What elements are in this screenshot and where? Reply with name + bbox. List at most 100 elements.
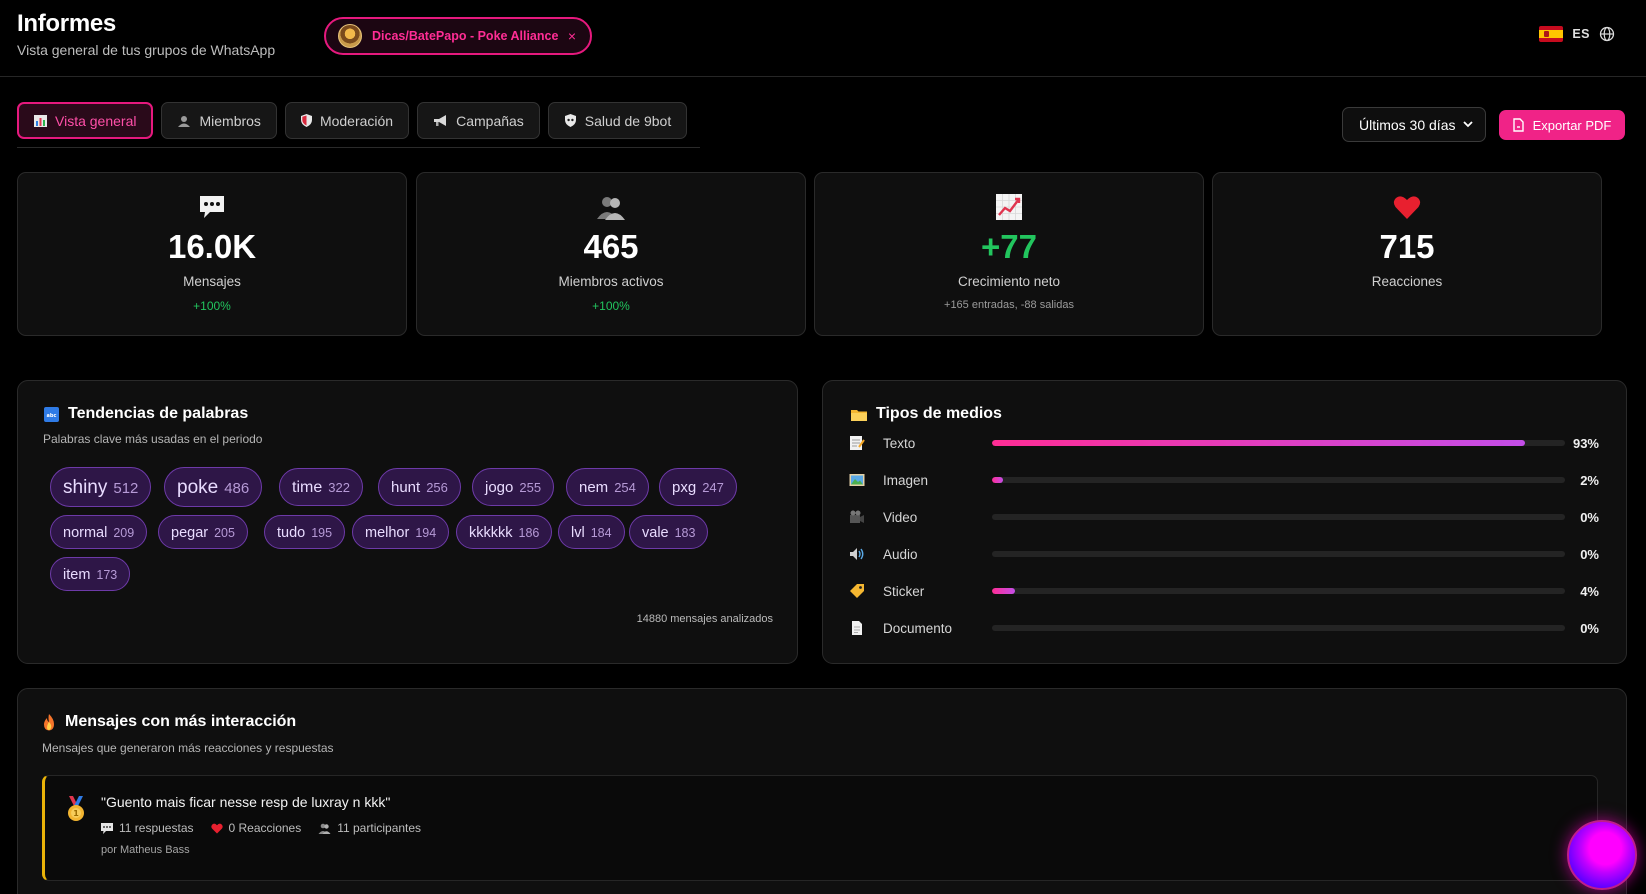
top-messages-panel: Mensajes con más interacción Mensajes qu… — [17, 688, 1627, 894]
bar-chart-icon — [34, 114, 47, 127]
tab-miembros[interactable]: Miembros — [161, 102, 277, 139]
word-chip[interactable]: vale 183 — [629, 515, 709, 549]
media-types-title: Tipos de medios — [876, 405, 1002, 422]
media-percent: 93% — [1572, 435, 1599, 451]
shield-icon — [300, 114, 312, 127]
chevron-down-icon — [1463, 121, 1473, 128]
speech-bubble-icon — [197, 192, 227, 222]
stat-value: 715 — [1379, 228, 1435, 265]
group-filter-name: Dicas/BatePapo - Poke Alliance — [372, 29, 559, 43]
analyzed-count: 14880 mensajes analizados — [636, 613, 773, 625]
word-chip[interactable]: melhor 194 — [352, 515, 450, 549]
stat-card-active-members: 465 Miembros activos +100% — [416, 172, 806, 336]
word-chip[interactable]: tudo 195 — [264, 515, 346, 549]
label-icon — [850, 584, 864, 598]
heart-icon — [1392, 192, 1422, 222]
message-author: por Matheus Bass — [101, 844, 190, 856]
svg-text:1: 1 — [73, 809, 79, 818]
media-row-audio: Audio 0% — [849, 544, 1599, 564]
svg-text:abc: abc — [47, 413, 57, 419]
reactions-count: 0 Reacciones — [210, 821, 301, 835]
people-icon — [318, 823, 331, 834]
video-camera-icon — [850, 510, 864, 523]
stat-change: +100% — [193, 299, 231, 313]
stat-subtext: +165 entradas, -88 salidas — [944, 299, 1074, 311]
top-message-card[interactable]: 1 "Guento mais ficar nesse resp de luxra… — [42, 775, 1598, 881]
media-bar-track — [992, 551, 1565, 557]
media-bar-track — [992, 477, 1565, 483]
date-range-value: Últimos 30 días — [1359, 116, 1456, 133]
media-types-panel: Tipos de medios Texto 93% Imagen 2% Vide… — [822, 380, 1627, 664]
file-pdf-icon — [1512, 118, 1524, 132]
stat-label: Crecimiento neto — [957, 274, 1061, 289]
word-trends-subtitle: Palabras clave más usadas en el periodo — [43, 432, 263, 446]
stat-change: +100% — [592, 299, 630, 313]
spain-flag-icon — [1539, 26, 1564, 42]
media-name: Sticker — [883, 583, 925, 599]
media-bar-track — [992, 514, 1565, 520]
tab-label: Salud de 9bot — [584, 112, 672, 129]
stat-value: 465 — [583, 228, 639, 265]
abc-icon: abc — [44, 406, 59, 422]
document-icon — [852, 621, 862, 635]
word-chip[interactable]: pxg 247 — [659, 468, 737, 506]
chart-up-icon — [994, 192, 1024, 222]
speech-bubble-icon — [101, 822, 113, 834]
close-icon[interactable]: × — [568, 28, 576, 44]
stat-value: +77 — [981, 228, 1037, 265]
word-chip[interactable]: kkkkkk 186 — [456, 515, 553, 549]
word-chip[interactable]: normal 209 — [50, 515, 148, 549]
group-filter-chip[interactable]: Dicas/BatePapo - Poke Alliance × — [324, 17, 592, 55]
date-range-select[interactable]: Últimos 30 días — [1342, 107, 1486, 142]
memo-icon — [850, 436, 865, 450]
word-chip[interactable]: time 322 — [279, 468, 363, 506]
export-pdf-label: Exportar PDF — [1532, 117, 1612, 133]
media-row-documento: Documento 0% — [849, 618, 1599, 638]
tab-vista-general[interactable]: Vista general — [17, 102, 154, 139]
media-bar-fill — [992, 588, 1015, 594]
medal-icon: 1 — [68, 796, 84, 821]
fire-icon — [44, 713, 54, 730]
message-meta: 11 respuestas 0 Reacciones 11 participan… — [101, 821, 421, 835]
folder-icon — [851, 409, 867, 421]
word-chip[interactable]: lvl 184 — [558, 515, 625, 549]
language-switcher[interactable]: ES — [1539, 26, 1615, 42]
word-chip[interactable]: shiny 512 — [50, 467, 152, 507]
speaker-icon — [850, 548, 864, 560]
stat-card-net-growth: +77 Crecimiento neto +165 entradas, -88 … — [814, 172, 1204, 336]
stat-label: Miembros activos — [558, 274, 664, 289]
media-row-texto: Texto 93% — [849, 433, 1599, 453]
tab-salud-9bot[interactable]: Salud de 9bot — [547, 102, 688, 139]
megaphone-icon — [434, 115, 447, 126]
language-code: ES — [1572, 27, 1590, 41]
stat-card-reactions: 715 Reacciones — [1212, 172, 1602, 336]
media-percent: 0% — [1580, 620, 1599, 636]
word-chip[interactable]: pegar 205 — [158, 515, 248, 549]
picture-icon — [849, 474, 865, 486]
page-title: Informes — [17, 10, 116, 37]
media-bar-track — [992, 588, 1565, 594]
word-chip[interactable]: item 173 — [50, 557, 131, 591]
stat-value: 16.0K — [167, 228, 257, 265]
media-percent: 2% — [1580, 472, 1599, 488]
export-pdf-button[interactable]: Exportar PDF — [1499, 110, 1625, 140]
assistant-orb-button[interactable] — [1567, 820, 1637, 890]
heart-icon — [210, 823, 223, 833]
word-chip[interactable]: hunt 256 — [378, 468, 461, 506]
globe-icon[interactable] — [1599, 26, 1615, 42]
word-chip[interactable]: jogo 255 — [472, 468, 555, 506]
media-percent: 0% — [1580, 546, 1599, 562]
word-chip[interactable]: poke 486 — [164, 467, 263, 507]
media-percent: 0% — [1580, 509, 1599, 525]
tab-label: Campañas — [456, 112, 524, 129]
media-row-imagen: Imagen 2% — [849, 470, 1599, 490]
tab-moderacion[interactable]: Moderación — [284, 102, 410, 139]
word-chip[interactable]: nem 254 — [566, 468, 649, 506]
tabs-divider — [17, 147, 700, 148]
top-messages-subtitle: Mensajes que generaron más reacciones y … — [42, 741, 334, 755]
top-messages-title: Mensajes con más interacción — [65, 713, 297, 730]
report-tabs: Vista general Miembros Moderación Campañ… — [17, 102, 688, 139]
tab-campanas[interactable]: Campañas — [417, 102, 540, 139]
word-trends-panel: abc Tendencias de palabras Palabras clav… — [17, 380, 798, 664]
panel-title: Tipos de medios — [851, 405, 1002, 423]
